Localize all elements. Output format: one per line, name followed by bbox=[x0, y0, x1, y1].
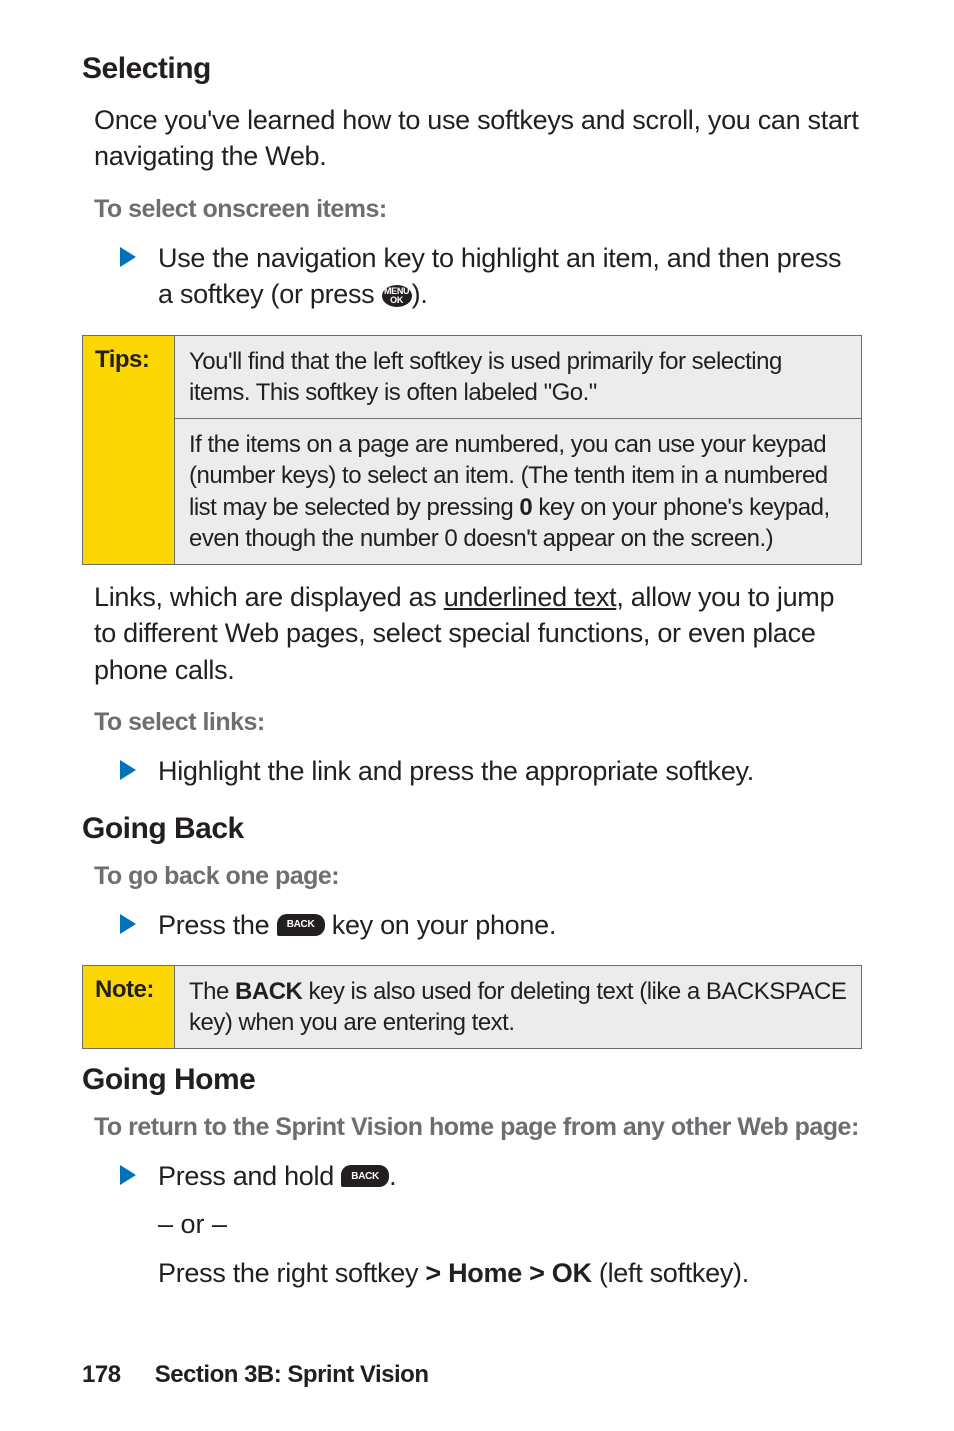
section-title: Section 3B: Sprint Vision bbox=[155, 1361, 429, 1388]
tip-row-1: You'll find that the left softkey is use… bbox=[175, 336, 861, 418]
tip-row-2: If the items on a page are numbered, you… bbox=[175, 418, 861, 564]
page-footer: 178 Section 3B: Sprint Vision bbox=[82, 1361, 428, 1389]
bullet-text: Press and hold BACK. bbox=[158, 1158, 396, 1194]
heading-selecting: Selecting bbox=[82, 52, 862, 86]
triangle-bullet-icon bbox=[120, 1165, 136, 1185]
label-select-onscreen: To select onscreen items: bbox=[94, 195, 862, 224]
triangle-bullet-icon bbox=[120, 247, 136, 267]
label-return-home: To return to the Sprint Vision home page… bbox=[94, 1113, 862, 1142]
tips-label: Tips: bbox=[83, 336, 175, 564]
tips-content: You'll find that the left softkey is use… bbox=[175, 336, 861, 564]
menu-ok-icon: MENUOK bbox=[382, 285, 412, 307]
bullet-press-hold: Press and hold BACK. bbox=[120, 1158, 862, 1194]
back-key-icon: BACK bbox=[341, 1165, 389, 1187]
page-number: 178 bbox=[82, 1361, 121, 1388]
note-row: The BACK key is also used for deleting t… bbox=[175, 966, 861, 1048]
press-right-softkey-line: Press the right softkey > Home > OK (lef… bbox=[158, 1258, 862, 1289]
label-select-links: To select links: bbox=[94, 708, 862, 737]
note-content: The BACK key is also used for deleting t… bbox=[175, 966, 861, 1048]
heading-going-back: Going Back bbox=[82, 812, 862, 846]
triangle-bullet-icon bbox=[120, 914, 136, 934]
heading-going-home: Going Home bbox=[82, 1063, 862, 1097]
bullet-text: Press the BACK key on your phone. bbox=[158, 907, 556, 943]
note-label: Note: bbox=[83, 966, 175, 1048]
triangle-bullet-icon bbox=[120, 760, 136, 780]
or-separator: – or – bbox=[158, 1209, 862, 1240]
bullet-press-back: Press the BACK key on your phone. bbox=[120, 907, 862, 943]
underlined-text-sample: underlined text bbox=[444, 582, 617, 612]
bullet-use-navigation: Use the navigation key to highlight an i… bbox=[120, 240, 862, 313]
bullet-text: Use the navigation key to highlight an i… bbox=[158, 240, 862, 313]
tips-box: Tips: You'll find that the left softkey … bbox=[82, 335, 862, 565]
note-box: Note: The BACK key is also used for dele… bbox=[82, 965, 862, 1049]
paragraph-selecting-intro: Once you've learned how to use softkeys … bbox=[94, 102, 862, 175]
back-key-icon: BACK bbox=[277, 914, 325, 936]
bullet-text: Highlight the link and press the appropr… bbox=[158, 753, 754, 789]
bullet-highlight-link: Highlight the link and press the appropr… bbox=[120, 753, 862, 789]
paragraph-links: Links, which are displayed as underlined… bbox=[94, 579, 862, 688]
label-go-back: To go back one page: bbox=[94, 862, 862, 891]
